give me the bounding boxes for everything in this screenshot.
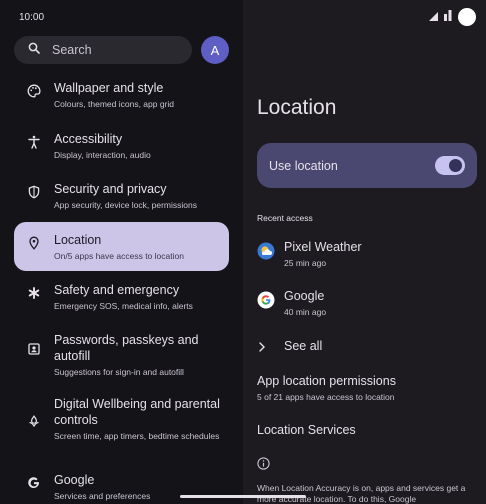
pref-title: Location Services [257,423,356,437]
menu-item-passwords[interactable]: Passwords, passkeys and autofill Suggest… [14,332,229,382]
wellbeing-icon [14,396,54,428]
see-all-label: See all [284,339,323,353]
chevron-right-icon [257,338,284,358]
recent-app-time: 40 min ago [284,307,327,317]
menu-item-subtitle: Colours, themed icons, app grid [54,99,175,109]
palette-icon [14,80,54,98]
avatar[interactable]: A [201,36,229,64]
search-bar[interactable]: Search [14,36,192,64]
menu-item-location[interactable]: Location On/5 apps have access to locati… [14,222,229,271]
recent-app-title: Pixel Weather [284,240,362,254]
menu-item-subtitle: Display, interaction, audio [54,150,151,160]
menu-item-wallpaper[interactable]: Wallpaper and style Colours, themed icon… [14,80,229,116]
menu-item-title: Security and privacy [54,182,167,196]
asterisk-icon [14,282,54,300]
gesture-nav-handle[interactable] [180,495,306,498]
menu-item-google[interactable]: Google Services and preferences [14,472,229,504]
page-title: Location [257,96,337,119]
menu-item-subtitle: App security, device lock, permissions [54,200,197,210]
menu-item-title: Wallpaper and style [54,81,164,95]
accessibility-icon [14,131,54,149]
location-accuracy-info: When Location Accuracy is on, apps and s… [257,483,466,504]
menu-item-safety[interactable]: Safety and emergency Emergency SOS, medi… [14,282,229,318]
recent-app-pixel-weather[interactable]: Pixel Weather 25 min ago [257,239,477,269]
recent-app-title: Google [284,289,325,303]
use-location-switch[interactable] [435,156,465,175]
menu-item-title: Accessibility [54,132,123,146]
location-services[interactable]: Location Services [257,422,477,438]
menu-item-security[interactable]: Security and privacy App security, devic… [14,181,229,217]
menu-item-title: Passwords, passkeys and autofill [54,333,199,363]
wifi-icon [429,8,438,26]
menu-item-accessibility[interactable]: Accessibility Display, interaction, audi… [14,131,229,167]
signal-icon [444,8,452,26]
location-detail-pane: Location Use location Recent access Pixe… [243,0,486,504]
menu-item-title: Digital Wellbeing and parental controls [54,397,220,427]
menu-item-title: Location [54,233,102,247]
menu-item-title: Safety and emergency [54,283,180,297]
battery-icon [458,8,476,26]
recent-app-google[interactable]: Google 40 min ago [257,288,477,318]
menu-item-digital-wellbeing[interactable]: Digital Wellbeing and parental controls … [14,396,229,458]
location-pin-icon [14,232,54,250]
search-placeholder: Search [52,43,92,57]
weather-icon [257,239,284,265]
menu-item-subtitle: Suggestions for sign-in and autofill [54,367,184,377]
use-location-toggle-card[interactable]: Use location [257,143,477,188]
person-card-icon [14,332,54,356]
menu-item-title: Google [54,473,95,487]
status-time: 10:00 [19,12,45,23]
recent-app-time: 25 min ago [284,258,327,268]
status-icons [429,8,476,26]
menu-item-subtitle: Emergency SOS, medical info, alerts [54,301,193,311]
use-location-label: Use location [269,158,338,173]
google-g-icon [14,472,54,490]
menu-item-subtitle: Screen time, app timers, bedtime schedul… [54,431,220,441]
google-logo-icon [257,288,284,314]
app-location-permissions[interactable]: App location permissions 5 of 21 apps ha… [257,373,477,403]
settings-nav-pane: 10:00 Search A Wallpaper and style Colou… [0,0,243,504]
switch-knob [449,159,462,172]
recent-access-header: Recent access [257,213,313,223]
pref-subtitle: 5 of 21 apps have access to location [257,392,395,402]
search-icon [28,41,40,59]
menu-item-subtitle: On/5 apps have access to location [54,251,184,261]
see-all-link[interactable]: See all [257,338,477,358]
info-icon [257,457,270,475]
pref-title: App location permissions [257,374,396,388]
shield-icon [14,181,54,199]
